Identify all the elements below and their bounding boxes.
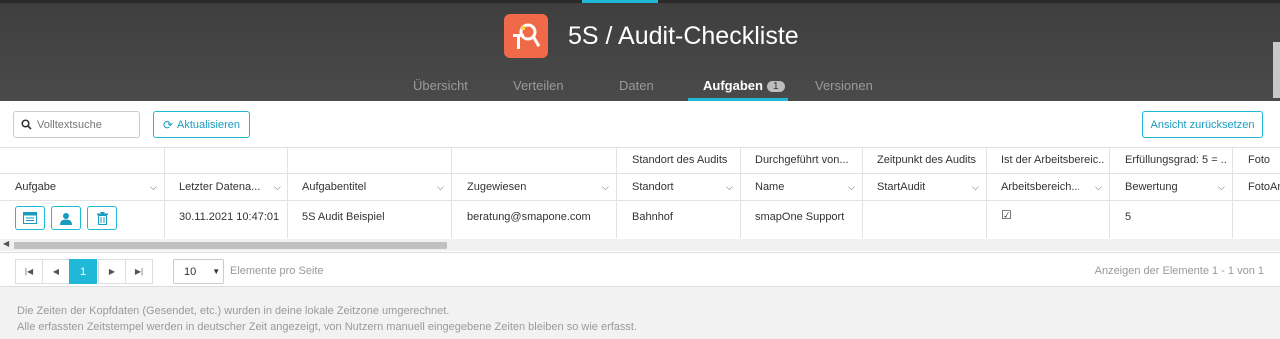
top-accent-bar [0,0,1280,3]
chevron-down-icon[interactable]: ⌵ [848,182,855,193]
group-header: Zeitpunkt des Audits [877,154,977,166]
col-titel [288,148,452,238]
column-header[interactable]: StartAudit [877,181,925,193]
cell-date: 30.11.2021 10:47:01 [179,211,280,223]
chevron-down-icon[interactable]: ⌵ [602,182,609,193]
tasks-panel: ⟳Aktualisieren Ansicht zurücksetzen Stan… [0,101,1280,287]
column-header[interactable]: Standort [632,181,674,193]
checkbox-checked-icon: ☑ [1001,208,1012,222]
prev-page-button[interactable]: ◀ [42,259,70,284]
chevron-down-icon[interactable]: ⌵ [274,182,281,193]
column-header[interactable]: Bewertung [1125,181,1178,193]
cell-title: 5S Audit Beispiel [302,211,385,223]
cell-location: Bahnhof [632,211,673,223]
footer-note-1: Die Zeiten der Kopfdaten (Gesendet, etc.… [17,305,450,317]
chevron-down-icon[interactable]: ⌵ [726,182,733,193]
next-page-button[interactable]: ▶ [98,259,126,284]
refresh-button[interactable]: ⟳ Aktualisieren [153,111,250,138]
cell-rating: 5 [1125,211,1132,223]
search-icon [21,119,32,130]
items-summary: Anzeigen der Elemente 1 - 1 von 1 [1094,265,1264,277]
header-divider [0,173,1280,174]
refresh-label: Aktualisieren [177,118,241,131]
column-header[interactable]: Aufgabentitel [302,181,366,193]
group-header: Ist der Arbeitsbereic... [1001,154,1105,166]
page-size-label: Elemente pro Seite [230,265,324,277]
group-header: Erfüllungsgrad: 5 = ... [1125,154,1227,166]
tab-aufgaben-label: Aufgaben [703,78,763,93]
cell-assigned: beratung@smapone.com [467,211,591,223]
column-header[interactable]: Zugewiesen [467,181,526,193]
view-details-button[interactable] [15,206,45,230]
caret-down-icon: ▼ [212,267,221,276]
column-header[interactable]: Arbeitsbereich... [1001,181,1079,193]
magnifier-tools-icon [504,14,548,58]
group-header: Foto [1248,154,1271,166]
app-header: 5S / Audit-Checkliste Übersicht Verteile… [0,0,1280,101]
pagination: |◀ ◀ 1 ▶ ▶| 10 ▼ Elemente pro Seite Anzei… [0,252,1280,287]
horizontal-scrollbar[interactable]: ◀ [0,239,1280,251]
tab-verteilen[interactable]: Verteilen [513,78,564,93]
reset-view-button[interactable]: Ansicht zurücksetzen [1142,111,1263,138]
tab-aufgaben[interactable]: Aufgaben 1 [703,78,785,93]
col-datum [165,148,288,238]
chevron-down-icon[interactable]: ⌵ [150,182,157,193]
column-header[interactable]: Letzter Datena... [179,181,261,193]
tab-daten[interactable]: Daten [619,78,654,93]
task-count-badge: 1 [766,81,785,92]
group-header: Durchgeführt von... [755,154,849,166]
search-box[interactable] [13,111,140,138]
page-scrollbar[interactable] [1273,42,1280,98]
page-size-value: 10 [184,265,197,278]
delete-button[interactable] [87,206,117,230]
app: 5S / Audit-Checkliste Übersicht Verteile… [0,0,1280,339]
tab-bar: Übersicht Verteilen Daten Aufgaben 1 Vers… [0,72,1280,101]
tab-versionen[interactable]: Versionen [815,78,873,93]
column-header[interactable]: Aufgabe [15,181,56,193]
chevron-down-icon[interactable]: ⌵ [972,182,979,193]
search-input[interactable] [37,118,132,131]
tasks-grid: Standort des Audits Durchgeführt von... … [0,147,1280,251]
chevron-down-icon[interactable]: ⌵ [1095,182,1102,193]
chevron-down-icon[interactable]: ⌵ [437,182,444,193]
app-title: 5S / Audit-Checkliste [568,22,799,50]
scrollbar-thumb[interactable] [14,242,447,249]
column-header[interactable]: FotoAn [1248,181,1280,193]
column-header[interactable]: Name [755,181,784,193]
assign-user-button[interactable] [51,206,81,230]
list-card-icon [23,212,37,224]
user-icon [60,212,72,225]
tab-uebersicht[interactable]: Übersicht [413,78,468,93]
header-bottom-line [0,200,1280,201]
page-size-select[interactable]: 10 ▼ [173,259,224,284]
refresh-icon: ⟳ [162,117,174,132]
current-page-button[interactable]: 1 [69,259,97,284]
footer-note-2: Alle erfassten Zeitstempel werden in deu… [17,321,638,333]
chevron-down-icon[interactable]: ⌵ [1218,182,1225,193]
last-page-button[interactable]: ▶| [125,259,153,284]
first-page-button[interactable]: |◀ [15,259,43,284]
group-header: Standort des Audits [632,154,728,166]
col-zugewiesen [452,148,617,238]
trash-icon [96,211,108,225]
scroll-left-icon[interactable]: ◀ [3,239,9,248]
cell-name: smapOne Support [755,211,845,223]
